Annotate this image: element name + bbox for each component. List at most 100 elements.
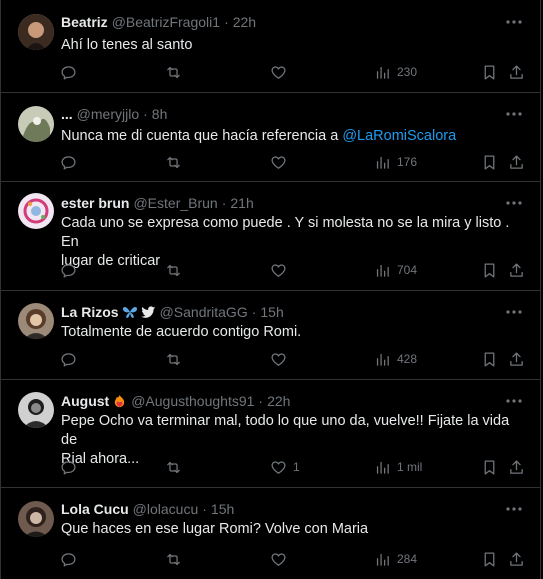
tweet-actions: 428: [1, 350, 540, 368]
tweet[interactable]: La Rizos @SandritaGG · 15h Totalmente de…: [1, 291, 540, 380]
share-button[interactable]: [508, 350, 525, 368]
more-options-button[interactable]: [504, 392, 524, 410]
retweet-button[interactable]: [165, 63, 188, 81]
user-handle[interactable]: @BeatrizFragoli1: [112, 14, 220, 30]
avatar[interactable]: [18, 106, 54, 142]
reply-icon: [61, 552, 76, 567]
tweet[interactable]: Lola Cucu @lolacucu · 15h Que haces en e…: [1, 488, 540, 579]
view-count: 704: [397, 263, 418, 277]
views-chart-icon: [376, 353, 389, 366]
avatar-image: [18, 106, 54, 142]
display-name[interactable]: ...: [61, 106, 73, 122]
share-button[interactable]: [508, 261, 525, 279]
reply-button[interactable]: [60, 63, 83, 81]
like-button[interactable]: [270, 550, 293, 568]
share-button[interactable]: [508, 458, 525, 476]
view-count: 176: [397, 155, 418, 169]
share-button[interactable]: [508, 550, 525, 568]
reply-button[interactable]: [60, 261, 83, 279]
timestamp[interactable]: 15h: [211, 501, 234, 517]
user-handle[interactable]: @lolacucu: [133, 501, 199, 517]
avatar[interactable]: [18, 501, 54, 537]
reply-button[interactable]: [60, 458, 83, 476]
display-name[interactable]: ester brun: [61, 195, 129, 211]
bookmark-button[interactable]: [481, 153, 498, 171]
like-button[interactable]: [270, 350, 293, 368]
tweet-text: Totalmente de acuerdo contigo Romi.: [61, 324, 302, 340]
views-button[interactable]: 1 mil: [374, 458, 422, 476]
user-handle[interactable]: @Ester_Brun: [133, 195, 217, 211]
views-button[interactable]: 704: [374, 261, 417, 279]
avatar[interactable]: [18, 392, 54, 428]
share-icon: [510, 351, 523, 366]
views-chart-icon: [376, 553, 389, 566]
tweet-actions: 704: [1, 261, 540, 279]
heart-icon: [271, 155, 286, 169]
mention-link[interactable]: @LaRomiScalora: [342, 128, 456, 144]
views-button[interactable]: 428: [374, 350, 417, 368]
retweet-button[interactable]: [165, 350, 188, 368]
bookmark-button[interactable]: [481, 350, 498, 368]
reply-button[interactable]: [60, 153, 83, 171]
retweet-button[interactable]: [165, 458, 188, 476]
more-options-button[interactable]: [504, 500, 524, 518]
retweet-button[interactable]: [165, 550, 188, 568]
avatar[interactable]: [18, 193, 54, 229]
timestamp[interactable]: 15h: [260, 304, 283, 320]
share-button[interactable]: [508, 63, 525, 81]
view-count: 1 mil: [397, 460, 423, 474]
reply-button[interactable]: [60, 550, 83, 568]
retweet-icon: [167, 66, 180, 78]
more-options-button[interactable]: [504, 194, 524, 212]
reply-feed: Beatriz @BeatrizFragoli1 · 22h Ahí lo te…: [0, 0, 541, 579]
display-name[interactable]: August: [61, 393, 109, 409]
like-button[interactable]: [270, 63, 293, 81]
tweet[interactable]: August @Augusthoughts91 · 22h Pepe Ocho …: [1, 380, 540, 488]
tweet-text: Nunca me di cuenta que hacía referencia …: [61, 127, 524, 146]
timestamp[interactable]: 22h: [267, 393, 290, 409]
timestamp[interactable]: 22h: [233, 14, 256, 30]
reply-button[interactable]: [60, 350, 83, 368]
timestamp[interactable]: 8h: [152, 106, 168, 122]
views-button[interactable]: 230: [374, 63, 417, 81]
view-count: 428: [397, 352, 418, 366]
bookmark-button[interactable]: [481, 63, 498, 81]
user-handle[interactable]: @meryjjlo: [77, 106, 139, 122]
views-button[interactable]: 176: [374, 153, 417, 171]
bookmark-button[interactable]: [481, 261, 498, 279]
reply-icon: [61, 155, 76, 170]
tweet[interactable]: Beatriz @BeatrizFragoli1 · 22h Ahí lo te…: [1, 0, 540, 93]
tweet[interactable]: ... @meryjjlo · 8h Nunca me di cuenta qu…: [1, 93, 540, 182]
display-name[interactable]: Lola Cucu: [61, 501, 129, 517]
retweet-button[interactable]: [165, 153, 188, 171]
views-button[interactable]: 284: [374, 550, 417, 568]
like-button[interactable]: 1: [270, 458, 300, 476]
more-icon: [506, 201, 522, 205]
like-button[interactable]: [270, 261, 293, 279]
user-handle[interactable]: @Augusthoughts91: [131, 393, 254, 409]
views-chart-icon: [376, 156, 389, 169]
reply-icon: [61, 460, 76, 475]
bookmark-button[interactable]: [481, 458, 498, 476]
bookmark-button[interactable]: [481, 550, 498, 568]
display-name[interactable]: La Rizos: [61, 304, 119, 320]
avatar[interactable]: [18, 303, 54, 339]
retweet-button[interactable]: [165, 261, 188, 279]
more-options-button[interactable]: [504, 303, 524, 321]
butterfly-emoji-icon: [122, 305, 138, 319]
separator-dot: ·: [251, 304, 257, 320]
tweet-actions: 284: [1, 550, 540, 568]
separator-dot: ·: [202, 501, 207, 517]
twitter-bird-icon: [140, 305, 156, 319]
user-handle[interactable]: @SandritaGG: [160, 304, 248, 320]
avatar[interactable]: [18, 14, 54, 50]
tweet[interactable]: ester brun @Ester_Brun · 21h Cada uno se…: [1, 182, 540, 291]
share-button[interactable]: [508, 153, 525, 171]
more-options-button[interactable]: [504, 105, 524, 123]
timestamp[interactable]: 21h: [230, 195, 253, 211]
more-options-button[interactable]: [504, 13, 524, 31]
share-icon: [510, 64, 523, 79]
retweet-icon: [167, 264, 180, 276]
like-button[interactable]: [270, 153, 293, 171]
display-name[interactable]: Beatriz: [61, 14, 108, 30]
